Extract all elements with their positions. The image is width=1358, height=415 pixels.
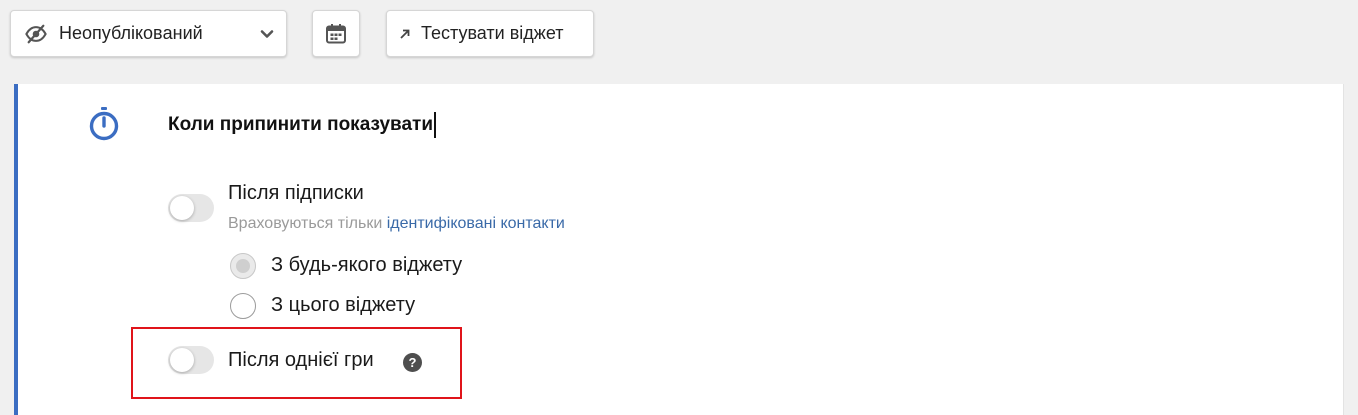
test-widget-label: Тестувати віджет	[421, 23, 564, 43]
section-title-text: Коли припинити показувати	[168, 114, 434, 135]
question-circle-icon[interactable]: ?	[403, 353, 422, 372]
radio-any-widget[interactable]	[230, 253, 256, 279]
stop-showing-section: Коли припинити показувати Після підписки…	[14, 84, 1344, 415]
status-label: Неопубліковaний	[59, 23, 203, 43]
after-subscription-hint: Враховуються тільки ідентифіковані конта…	[228, 215, 565, 233]
after-one-game-toggle[interactable]	[168, 346, 214, 374]
status-dropdown[interactable]: Неопубліковaний	[10, 10, 287, 57]
toggle-knob	[170, 348, 194, 372]
test-widget-button[interactable]: Тестувати віджет	[386, 10, 594, 57]
radio-this-widget-label: З цього віджету	[271, 294, 416, 316]
calendar-icon	[326, 23, 346, 43]
stopwatch-icon	[89, 107, 119, 141]
calendar-button[interactable]	[312, 10, 360, 57]
eye-off-icon	[25, 24, 47, 43]
toolbar: Неопубліковaний Тестувати віджет	[0, 0, 1358, 84]
radio-any-widget-label: З будь-якого віджету	[271, 254, 463, 276]
after-subscription-toggle[interactable]	[168, 194, 214, 222]
hint-text: Враховуються тільки	[228, 215, 387, 232]
after-subscription-label: Після підписки	[228, 182, 364, 204]
arrow-up-right-icon	[400, 29, 410, 39]
chevron-down-icon	[260, 29, 274, 38]
toggle-knob	[170, 196, 194, 220]
after-one-game-label: Після однієї гри	[228, 349, 374, 371]
text-cursor	[434, 112, 437, 138]
section-title: Коли припинити показувати	[168, 112, 437, 138]
identified-contacts-link[interactable]: ідентифіковані контакти	[387, 215, 565, 232]
radio-this-widget[interactable]	[230, 293, 256, 319]
